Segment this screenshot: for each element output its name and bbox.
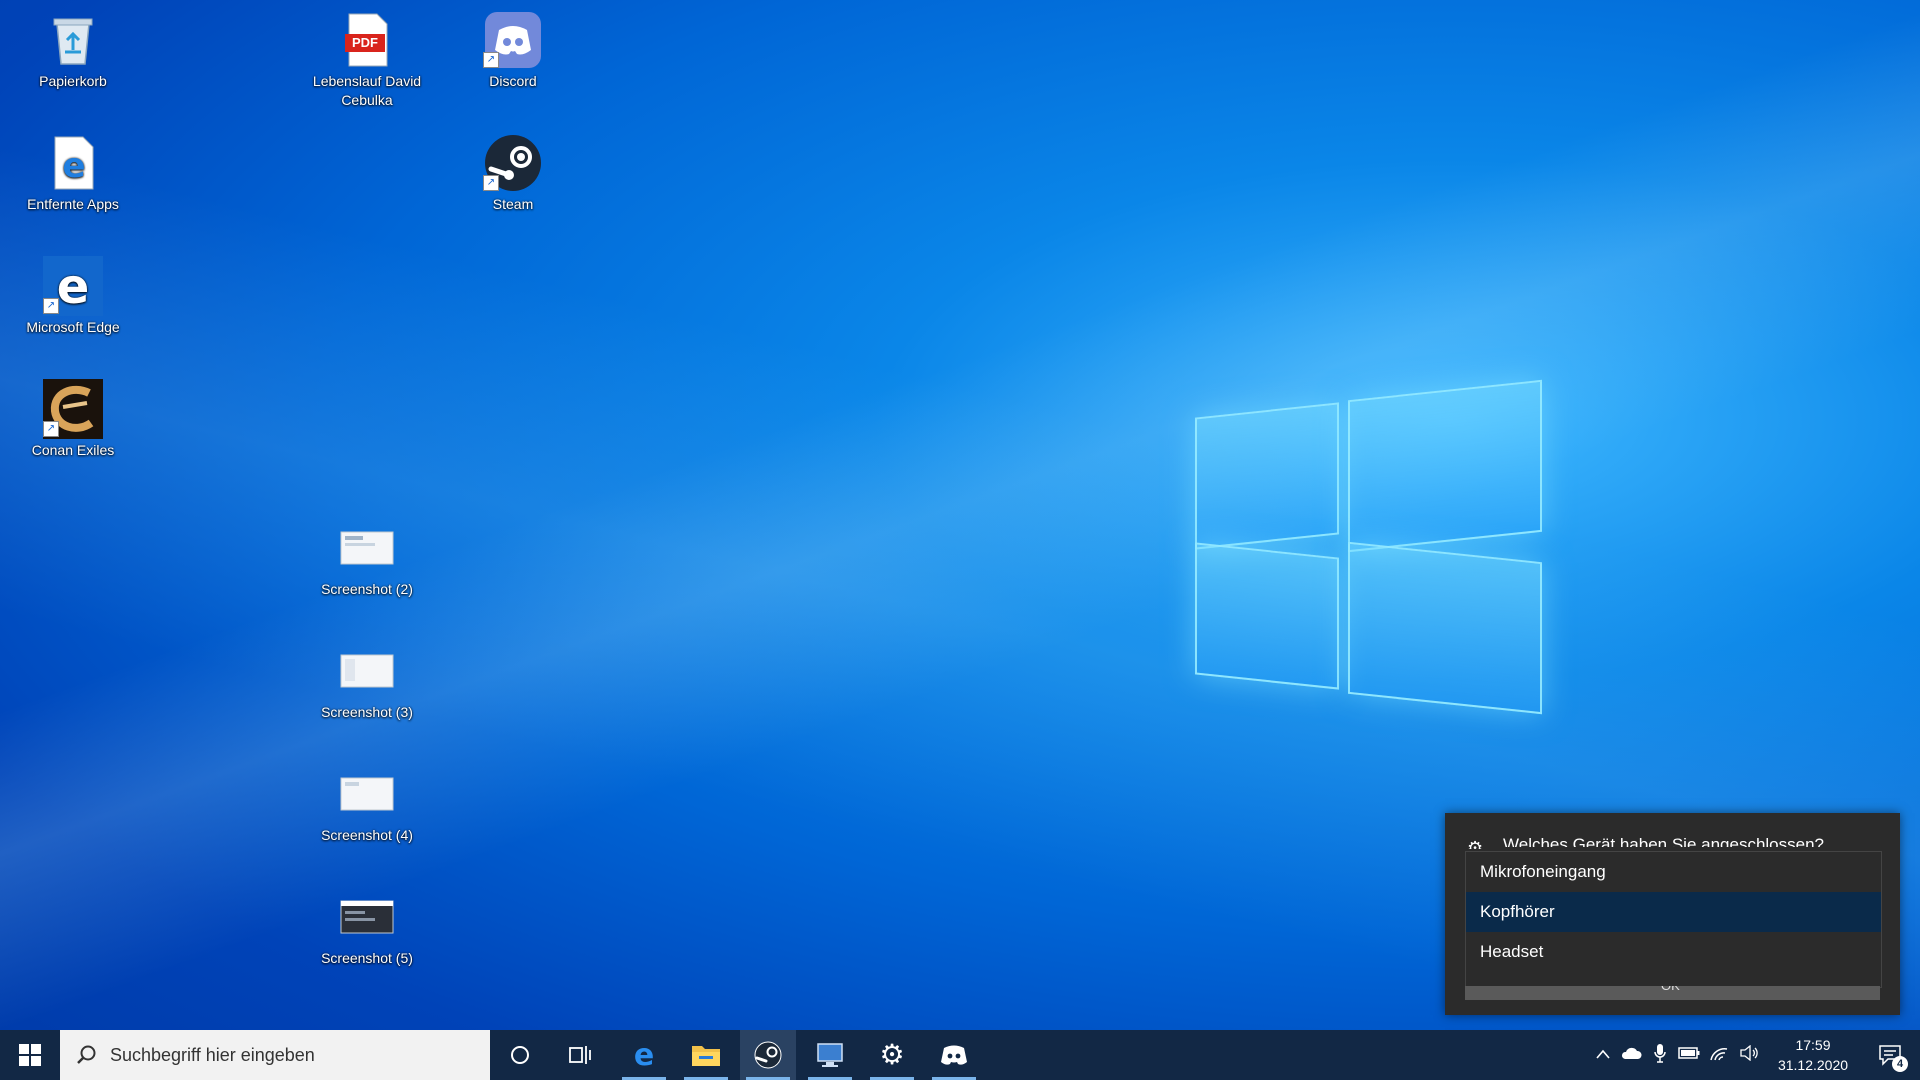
discord-icon: [941, 1045, 967, 1065]
image-file-icon: [337, 518, 397, 578]
settings-icon: ⚙: [879, 1039, 905, 1070]
desktop-icon-entfernte-apps[interactable]: e Entfernte Apps: [18, 133, 128, 214]
taskbar-search-box[interactable]: Suchbegriff hier eingeben: [60, 1030, 490, 1080]
system-tray: [1590, 1030, 1764, 1080]
onedrive-button[interactable]: [1616, 1046, 1646, 1065]
task-view-button[interactable]: [552, 1030, 608, 1080]
desktop-icon-label: Screenshot (3): [321, 704, 413, 720]
clock-date: 31.12.2020: [1777, 1057, 1849, 1073]
device-type-dropdown-list[interactable]: Mikrofoneingang Kopfhörer Headset: [1465, 851, 1882, 988]
desktop-icon-label: Screenshot (2): [321, 581, 413, 597]
clock-time: 17:59: [1795, 1037, 1831, 1053]
desktop-icon-screenshot-4[interactable]: Screenshot (4): [312, 764, 422, 845]
desktop-icon-conan-exiles[interactable]: ↗ Conan Exiles: [18, 379, 128, 460]
remote-desktop-icon: [817, 1043, 843, 1067]
taskbar-app-remote-desktop[interactable]: [802, 1030, 858, 1080]
image-file-icon: [337, 641, 397, 701]
audio-jack-dialog: ⚙ Welches Gerät haben Sie angeschlossen?…: [1445, 813, 1900, 1015]
taskbar-app-settings[interactable]: ⚙: [864, 1030, 920, 1080]
cortana-button[interactable]: [492, 1030, 548, 1080]
desktop-icon-screenshot-3[interactable]: Screenshot (3): [312, 641, 422, 722]
recycle-bin-icon: [43, 10, 103, 70]
desktop-icon-label: Screenshot (5): [321, 950, 413, 966]
option-headset[interactable]: Headset: [1466, 932, 1881, 972]
desktop-icon-label: Discord: [489, 73, 537, 89]
search-placeholder: Suchbegriff hier eingeben: [110, 1044, 315, 1065]
edge-icon: e ↗: [43, 256, 103, 316]
desktop-icon-lebenslauf-pdf[interactable]: PDF Lebenslauf David Cebulka: [312, 10, 422, 110]
battery-icon: [1678, 1047, 1700, 1059]
taskbar-app-file-explorer[interactable]: [678, 1030, 734, 1080]
shortcut-arrow-icon: ↗: [483, 52, 499, 68]
option-kopfhoerer[interactable]: Kopfhörer: [1466, 892, 1881, 932]
notification-count-badge: 4: [1892, 1056, 1908, 1072]
desktop-icon-label: Microsoft Edge: [26, 319, 120, 335]
taskbar-app-steam[interactable]: [740, 1030, 796, 1080]
shortcut-arrow-icon: ↗: [43, 421, 59, 437]
microphone-button[interactable]: [1646, 1043, 1674, 1068]
shortcut-arrow-icon: ↗: [43, 298, 59, 314]
taskbar-app-edge[interactable]: e: [616, 1030, 672, 1080]
desktop-icon-label: Conan Exiles: [31, 442, 115, 458]
pdf-badge: PDF: [352, 35, 378, 50]
windows-wallpaper-logo: [1190, 379, 1550, 715]
steam-icon: [754, 1041, 782, 1069]
show-hidden-icons-button[interactable]: [1590, 1046, 1616, 1064]
taskbar-app-discord[interactable]: [926, 1030, 982, 1080]
discord-icon: ↗: [483, 10, 543, 70]
action-center-button[interactable]: 4: [1862, 1030, 1918, 1080]
image-file-icon: [337, 764, 397, 824]
search-icon: [77, 1045, 96, 1064]
volume-icon: [1740, 1044, 1758, 1061]
desktop-icon-screenshot-2[interactable]: Screenshot (2): [312, 518, 422, 599]
chevron-up-icon: [1596, 1049, 1610, 1059]
desktop-icon-discord[interactable]: ↗ Discord: [458, 10, 568, 91]
wifi-icon: [1710, 1047, 1728, 1060]
dialog-title: Welches Gerät haben Sie angeschlossen?: [1503, 835, 1824, 847]
svg-text:e: e: [62, 146, 85, 186]
battery-button[interactable]: [1674, 1046, 1704, 1064]
network-button[interactable]: [1704, 1045, 1734, 1066]
desktop-icon-label: Steam: [492, 196, 534, 212]
pdf-file-icon: PDF: [337, 10, 397, 70]
onedrive-cloud-icon: [1621, 1047, 1642, 1059]
cortana-icon: [511, 1046, 529, 1064]
file-explorer-icon: [692, 1046, 720, 1066]
microphone-icon: [1654, 1043, 1666, 1063]
document-edge-icon: e: [43, 133, 103, 193]
desktop-icon-steam[interactable]: ↗ Steam: [458, 133, 568, 214]
edge-icon: e: [634, 1040, 654, 1070]
gear-icon: ⚙: [1467, 839, 1484, 849]
svg-text:e: e: [57, 259, 90, 315]
ok-button-label: OK: [1661, 986, 1680, 993]
desktop-icon-label: Papierkorb: [39, 73, 107, 89]
conan-exiles-icon: ↗: [43, 379, 103, 439]
svg-text:e: e: [634, 1040, 654, 1070]
windows-start-icon: [19, 1044, 41, 1066]
desktop-icon-microsoft-edge[interactable]: e ↗ Microsoft Edge: [18, 256, 128, 337]
desktop-icon-label: Entfernte Apps: [27, 196, 119, 212]
desktop-icon-screenshot-5[interactable]: Screenshot (5): [312, 887, 422, 968]
task-view-icon: [569, 1046, 591, 1064]
taskbar: Suchbegriff hier eingeben e ⚙ 17:59 31.1…: [0, 1030, 1920, 1080]
desktop-icon-recycle-bin[interactable]: Papierkorb: [18, 10, 128, 91]
volume-button[interactable]: [1734, 1044, 1764, 1066]
taskbar-clock[interactable]: 17:59 31.12.2020: [1768, 1030, 1858, 1080]
desktop-icon-label: Screenshot (4): [321, 827, 413, 843]
desktop-icon-label: Lebenslauf David Cebulka: [312, 73, 422, 108]
shortcut-arrow-icon: ↗: [483, 175, 499, 191]
steam-icon: ↗: [483, 133, 543, 193]
option-mikrofoneingang[interactable]: Mikrofoneingang: [1466, 852, 1881, 892]
image-file-icon: [337, 887, 397, 947]
start-button[interactable]: [0, 1030, 60, 1080]
ok-button[interactable]: OK: [1465, 986, 1880, 1000]
